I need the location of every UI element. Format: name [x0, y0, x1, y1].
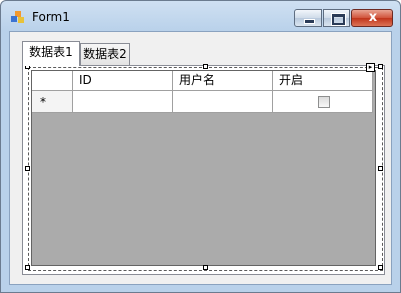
resize-handle-left[interactable]	[25, 166, 30, 171]
resize-handle-bottom[interactable]	[203, 265, 208, 270]
data-grid-view[interactable]: ID 用户名 开启 *	[31, 70, 376, 266]
cell-username[interactable]	[173, 91, 273, 113]
cell-enabled[interactable]	[273, 91, 373, 113]
tab-data-table-1[interactable]: 数据表1	[22, 41, 80, 66]
resize-handle-bottom-right[interactable]	[378, 265, 383, 270]
close-icon: x	[368, 10, 378, 25]
grid-corner-header[interactable]	[32, 71, 73, 91]
tab-page-data-table-1: ▸ ID 用户名 开启 *	[22, 63, 385, 275]
maximize-icon	[332, 14, 345, 25]
enabled-checkbox[interactable]	[318, 96, 330, 108]
app-icon	[11, 11, 25, 25]
resize-handle-bottom-left[interactable]	[25, 265, 30, 270]
resize-handle-right[interactable]	[378, 166, 383, 171]
resize-handle-top-right[interactable]	[378, 64, 383, 69]
title-bar[interactable]: Form1 x	[1, 1, 400, 31]
maximize-button[interactable]	[323, 9, 350, 27]
smart-tag-arrow-icon[interactable]: ▸	[366, 63, 375, 72]
column-header-enabled[interactable]: 开启	[273, 71, 373, 91]
form-client-area: 数据表1 数据表2 ▸ ID 用户名 开启 *	[9, 31, 392, 285]
cell-id[interactable]	[73, 91, 173, 113]
close-button[interactable]: x	[351, 9, 393, 27]
minimize-icon	[304, 19, 315, 24]
column-header-id[interactable]: ID	[73, 71, 173, 91]
form1-window: Form1 x 数据表1 数据表2 ▸ ID 用户名 开启 *	[0, 0, 401, 293]
window-title: Form1	[32, 10, 70, 24]
tab-data-table-2[interactable]: 数据表2	[80, 43, 130, 65]
new-row-header[interactable]: *	[32, 91, 73, 113]
minimize-button[interactable]	[294, 9, 322, 27]
resize-handle-top[interactable]	[203, 64, 208, 69]
column-header-username[interactable]: 用户名	[173, 71, 273, 91]
